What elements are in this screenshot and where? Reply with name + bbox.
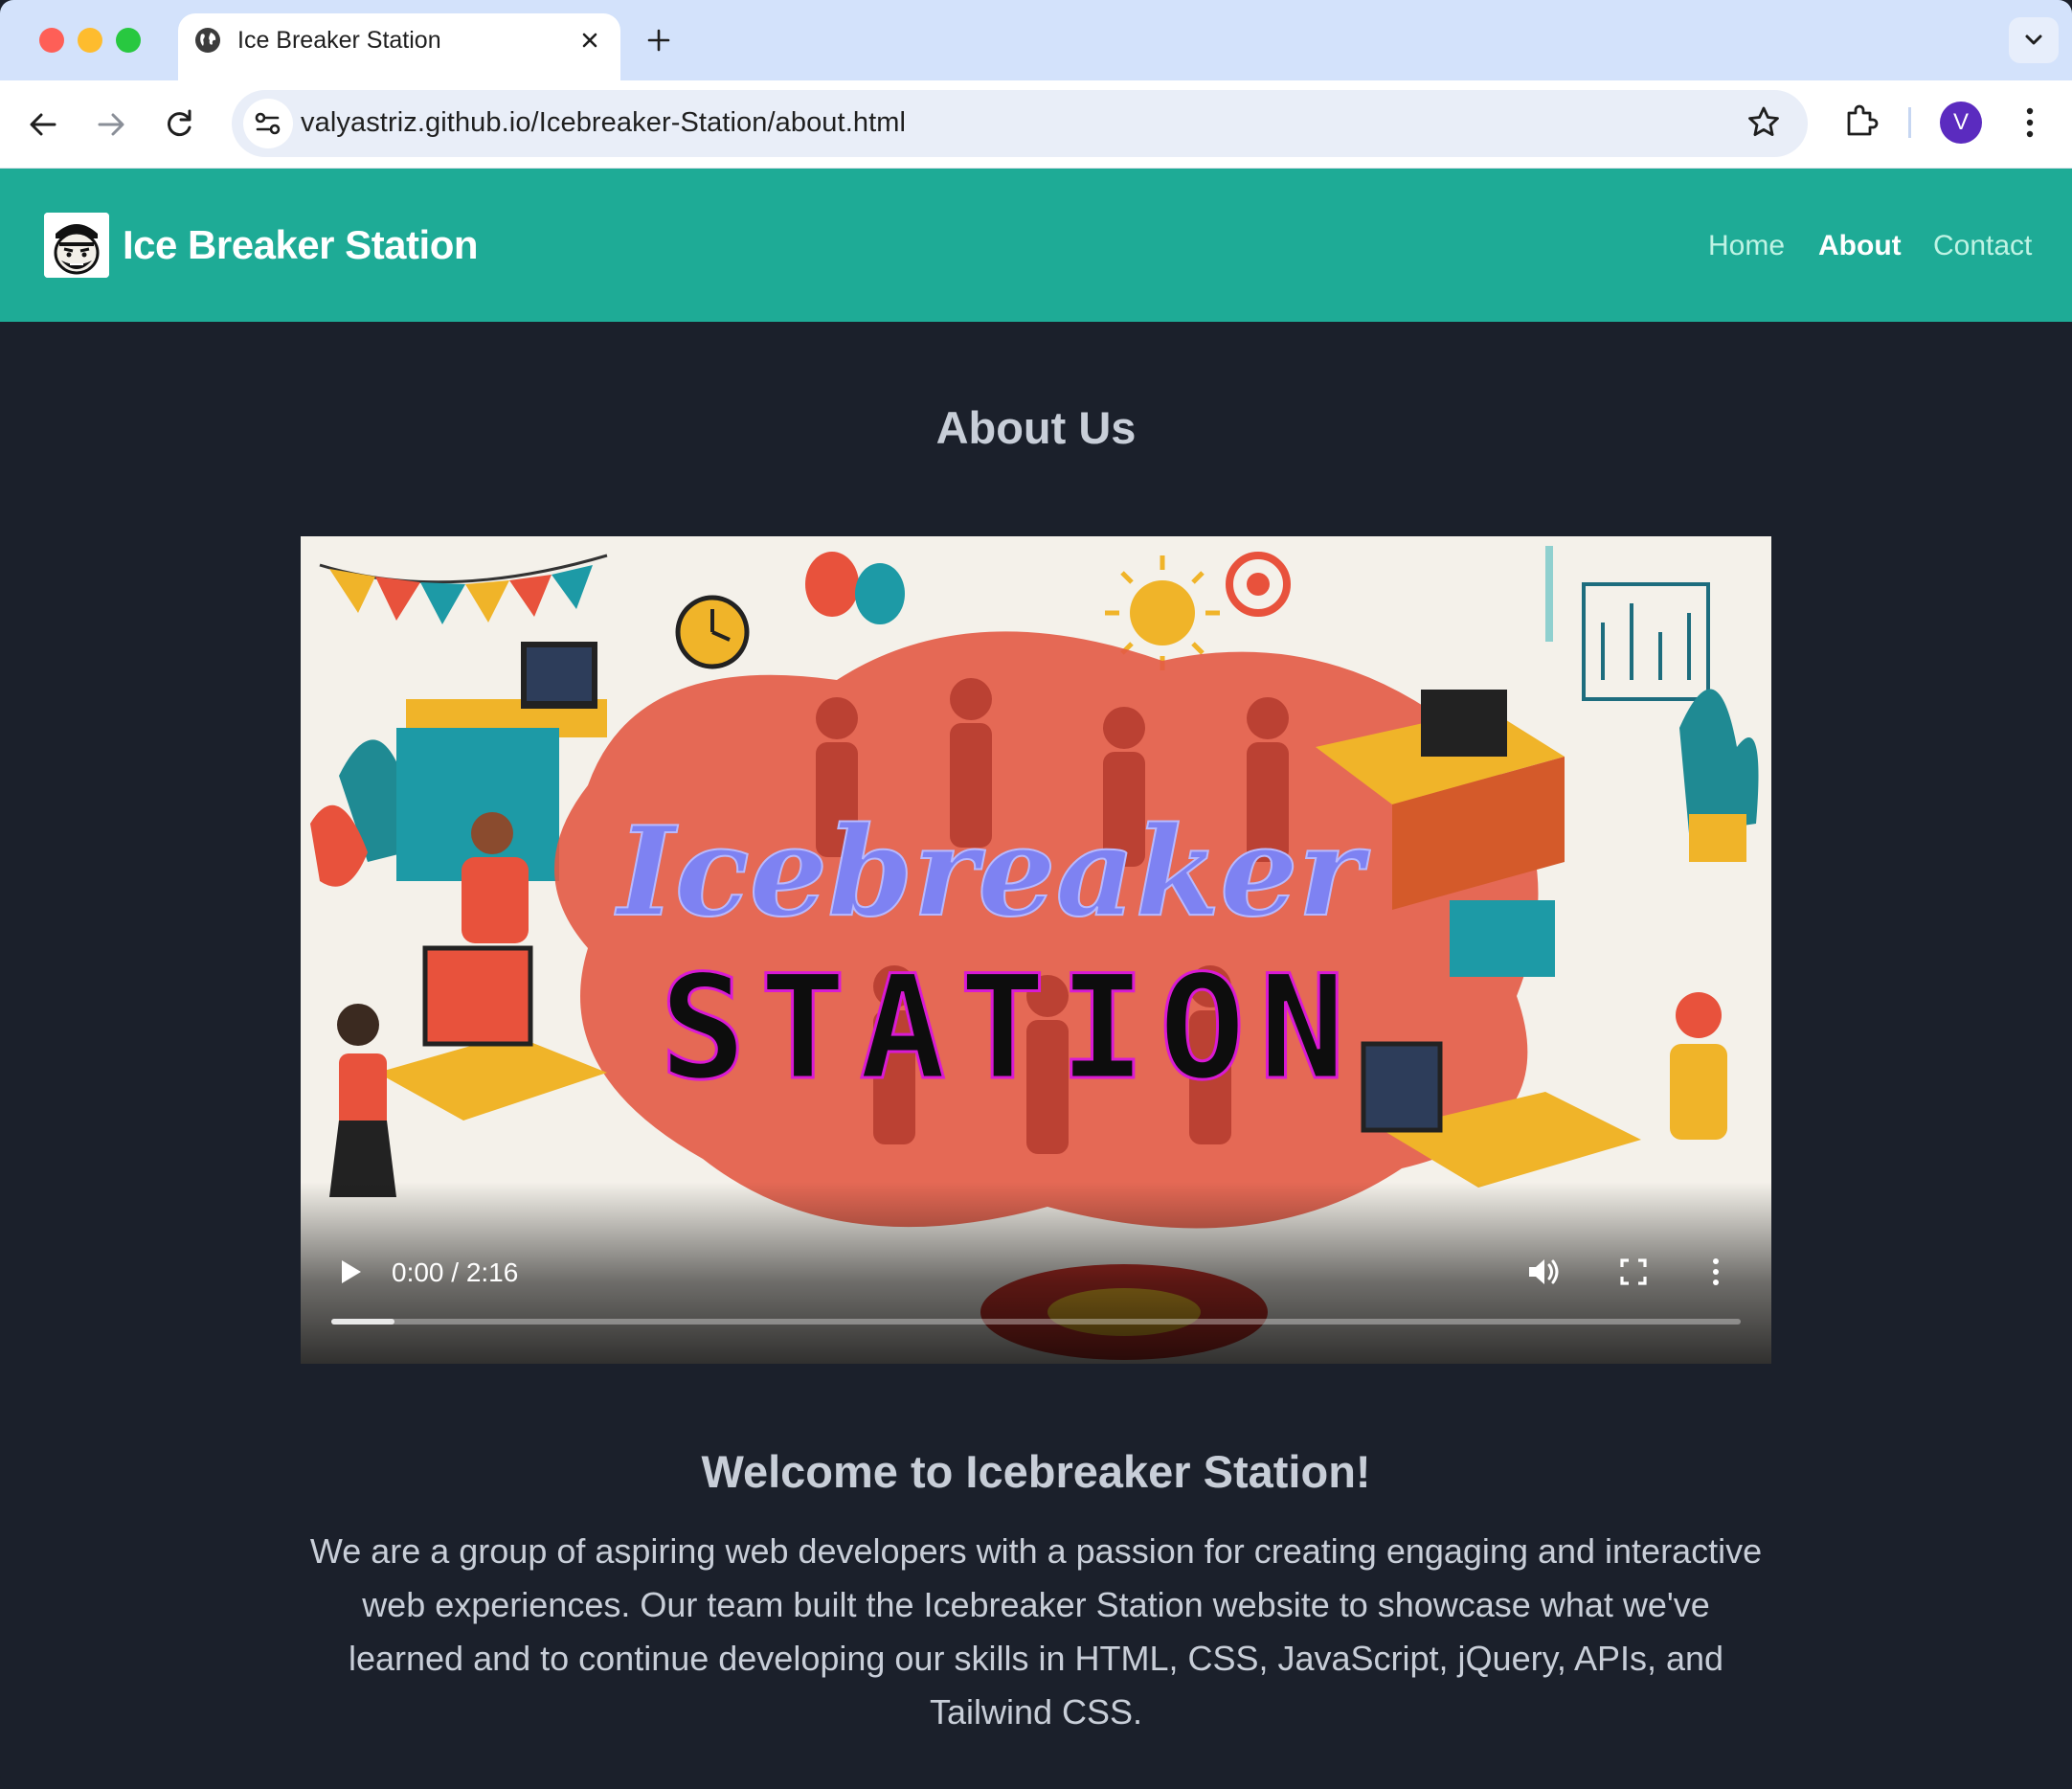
close-window-button[interactable]: [39, 28, 64, 53]
globe-icon: [195, 28, 220, 53]
close-tab-icon[interactable]: [574, 25, 605, 56]
minimize-window-button[interactable]: [78, 28, 102, 53]
video-progress-track[interactable]: [331, 1319, 1741, 1325]
play-icon[interactable]: [333, 1255, 368, 1289]
video-progress-fill: [331, 1319, 394, 1325]
new-tab-icon[interactable]: [642, 23, 676, 57]
video-time: 0:00 / 2:16: [392, 1257, 519, 1287]
poster-block-text: STATION: [660, 945, 1359, 1112]
url-text[interactable]: valyastriz.github.io/Icebreaker-Station/…: [301, 105, 906, 140]
video-more-icon[interactable]: [1708, 1255, 1723, 1289]
video-player[interactable]: Icebreaker STATION 0:00 / 2:16: [301, 536, 1771, 1364]
tune-icon: [255, 112, 281, 135]
extensions-puzzle-icon[interactable]: [1840, 102, 1881, 142]
profile-avatar[interactable]: V: [1940, 102, 1982, 144]
back-arrow-icon[interactable]: [22, 103, 64, 146]
poster-script-text: Icebreaker: [615, 801, 1371, 944]
logo[interactable]: [44, 213, 109, 278]
tab-search-button[interactable]: [2009, 17, 2059, 63]
fullscreen-icon[interactable]: [1616, 1255, 1651, 1289]
forward-arrow-icon[interactable]: [90, 103, 132, 146]
browser-window: Ice Breaker Station valyastriz.github.io…: [0, 0, 2072, 1789]
site-brand[interactable]: Ice Breaker Station: [123, 220, 479, 270]
tab-title: Ice Breaker Station: [237, 27, 441, 54]
welcome-heading: Welcome to Icebreaker Station!: [701, 1446, 1371, 1497]
chevron-down-icon: [2025, 34, 2042, 45]
page-title: About Us: [935, 402, 1137, 453]
more-vert-icon[interactable]: [2016, 102, 2043, 144]
intro-paragraph: We are a group of aspiring web developer…: [309, 1531, 1763, 1732]
reload-icon[interactable]: [158, 103, 200, 146]
nav-link-home[interactable]: Home: [1708, 228, 1785, 264]
site-info-button[interactable]: [243, 99, 293, 148]
bookmark-star-icon[interactable]: [1745, 103, 1783, 142]
volume-icon[interactable]: [1524, 1253, 1563, 1291]
maximize-window-button[interactable]: [116, 28, 141, 53]
nav-link-contact[interactable]: Contact: [1933, 228, 2032, 264]
mascot-face-icon: [44, 213, 109, 278]
nav-link-about[interactable]: About: [1818, 228, 1902, 264]
toolbar-divider: [1908, 107, 1911, 138]
